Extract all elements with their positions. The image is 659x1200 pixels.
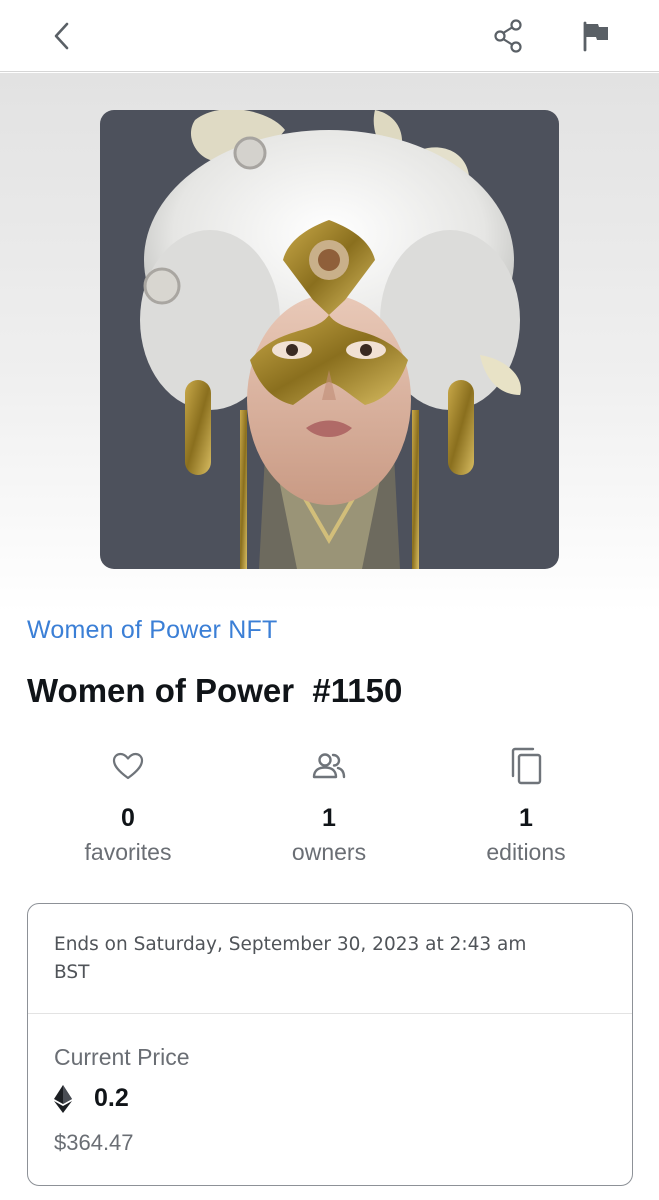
heart-icon <box>112 752 144 780</box>
chevron-left-icon <box>54 22 69 50</box>
back-button[interactable] <box>40 14 84 58</box>
favorites-stat[interactable]: 0 favorites <box>38 742 218 866</box>
editions-label: editions <box>486 839 566 865</box>
auction-end-date: Ends on Saturday, September 30, 2023 at … <box>54 934 527 983</box>
usd-price: $364.47 <box>54 1130 134 1155</box>
nft-artwork[interactable] <box>100 110 559 569</box>
owners-count: 1 <box>322 804 336 832</box>
favorites-label: favorites <box>84 839 172 865</box>
share-icon <box>494 19 522 53</box>
report-button[interactable] <box>574 14 618 58</box>
owners-label: owners <box>291 839 367 865</box>
sale-card: Ends on Saturday, September 30, 2023 at … <box>27 903 633 1186</box>
favorites-count: 0 <box>121 804 135 832</box>
top-bar <box>0 0 659 72</box>
users-icon <box>312 753 346 779</box>
owners-stat[interactable]: 1 owners <box>239 742 419 866</box>
eth-price-row: 0.2 <box>54 1084 129 1113</box>
ethereum-icon <box>54 1084 72 1113</box>
editions-stat[interactable]: 1 editions <box>436 742 616 866</box>
share-button[interactable] <box>486 14 530 58</box>
collection-link[interactable]: Women of Power NFT <box>27 616 277 645</box>
editions-count: 1 <box>519 804 533 832</box>
nft-title: Women of Power #1150 <box>27 672 403 709</box>
flag-icon <box>583 21 608 52</box>
current-price-label: Current Price <box>54 1044 190 1070</box>
copy-icon <box>511 747 542 785</box>
card-divider <box>28 1013 632 1014</box>
masked-portrait-illustration <box>140 110 521 569</box>
eth-price: 0.2 <box>94 1084 129 1112</box>
